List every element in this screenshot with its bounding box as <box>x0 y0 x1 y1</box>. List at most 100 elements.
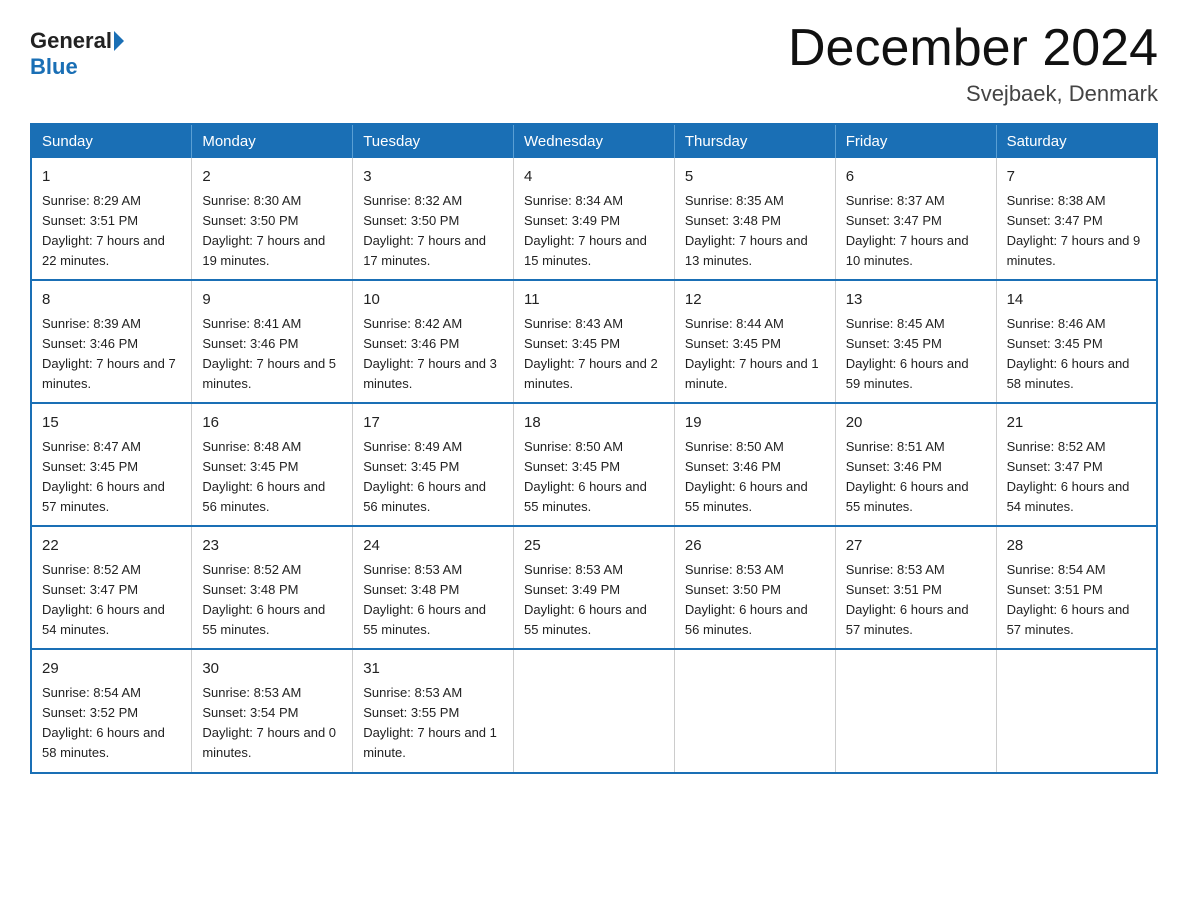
calendar-day-cell: 16 Sunrise: 8:48 AMSunset: 3:45 PMDaylig… <box>192 403 353 526</box>
day-number: 19 <box>685 412 825 435</box>
calendar-day-cell <box>674 649 835 772</box>
location-text: Svejbaek, Denmark <box>788 81 1158 107</box>
day-info: Sunrise: 8:38 AMSunset: 3:47 PMDaylight:… <box>1007 193 1141 268</box>
day-info: Sunrise: 8:54 AMSunset: 3:52 PMDaylight:… <box>42 685 165 760</box>
calendar-week-row: 1 Sunrise: 8:29 AMSunset: 3:51 PMDayligh… <box>31 158 1157 280</box>
calendar-day-cell: 10 Sunrise: 8:42 AMSunset: 3:46 PMDaylig… <box>353 280 514 403</box>
day-number: 31 <box>363 658 503 681</box>
calendar-day-cell: 26 Sunrise: 8:53 AMSunset: 3:50 PMDaylig… <box>674 526 835 649</box>
day-number: 26 <box>685 535 825 558</box>
logo-general-text: General <box>30 28 112 54</box>
day-info: Sunrise: 8:43 AMSunset: 3:45 PMDaylight:… <box>524 316 658 391</box>
calendar-day-cell <box>996 649 1157 772</box>
day-number: 18 <box>524 412 664 435</box>
calendar-week-row: 29 Sunrise: 8:54 AMSunset: 3:52 PMDaylig… <box>31 649 1157 772</box>
day-info: Sunrise: 8:53 AMSunset: 3:49 PMDaylight:… <box>524 562 647 637</box>
day-info: Sunrise: 8:49 AMSunset: 3:45 PMDaylight:… <box>363 439 486 514</box>
calendar-day-cell: 4 Sunrise: 8:34 AMSunset: 3:49 PMDayligh… <box>514 158 675 280</box>
day-info: Sunrise: 8:53 AMSunset: 3:55 PMDaylight:… <box>363 685 497 760</box>
day-info: Sunrise: 8:35 AMSunset: 3:48 PMDaylight:… <box>685 193 808 268</box>
day-number: 11 <box>524 289 664 312</box>
day-info: Sunrise: 8:52 AMSunset: 3:47 PMDaylight:… <box>42 562 165 637</box>
day-info: Sunrise: 8:52 AMSunset: 3:48 PMDaylight:… <box>202 562 325 637</box>
calendar-day-cell: 6 Sunrise: 8:37 AMSunset: 3:47 PMDayligh… <box>835 158 996 280</box>
day-info: Sunrise: 8:53 AMSunset: 3:50 PMDaylight:… <box>685 562 808 637</box>
calendar-day-cell: 29 Sunrise: 8:54 AMSunset: 3:52 PMDaylig… <box>31 649 192 772</box>
day-info: Sunrise: 8:52 AMSunset: 3:47 PMDaylight:… <box>1007 439 1130 514</box>
calendar-day-cell: 18 Sunrise: 8:50 AMSunset: 3:45 PMDaylig… <box>514 403 675 526</box>
day-number: 5 <box>685 166 825 189</box>
day-number: 12 <box>685 289 825 312</box>
calendar-day-cell: 31 Sunrise: 8:53 AMSunset: 3:55 PMDaylig… <box>353 649 514 772</box>
weekday-header-wednesday: Wednesday <box>514 124 675 158</box>
calendar-week-row: 22 Sunrise: 8:52 AMSunset: 3:47 PMDaylig… <box>31 526 1157 649</box>
weekday-header-monday: Monday <box>192 124 353 158</box>
day-info: Sunrise: 8:42 AMSunset: 3:46 PMDaylight:… <box>363 316 497 391</box>
calendar-day-cell: 21 Sunrise: 8:52 AMSunset: 3:47 PMDaylig… <box>996 403 1157 526</box>
day-info: Sunrise: 8:37 AMSunset: 3:47 PMDaylight:… <box>846 193 969 268</box>
day-number: 28 <box>1007 535 1146 558</box>
day-number: 25 <box>524 535 664 558</box>
calendar-day-cell: 15 Sunrise: 8:47 AMSunset: 3:45 PMDaylig… <box>31 403 192 526</box>
calendar-day-cell: 22 Sunrise: 8:52 AMSunset: 3:47 PMDaylig… <box>31 526 192 649</box>
calendar-day-cell: 13 Sunrise: 8:45 AMSunset: 3:45 PMDaylig… <box>835 280 996 403</box>
weekday-header-friday: Friday <box>835 124 996 158</box>
day-info: Sunrise: 8:51 AMSunset: 3:46 PMDaylight:… <box>846 439 969 514</box>
day-number: 1 <box>42 166 181 189</box>
calendar-day-cell: 28 Sunrise: 8:54 AMSunset: 3:51 PMDaylig… <box>996 526 1157 649</box>
calendar-day-cell: 19 Sunrise: 8:50 AMSunset: 3:46 PMDaylig… <box>674 403 835 526</box>
calendar-day-cell: 9 Sunrise: 8:41 AMSunset: 3:46 PMDayligh… <box>192 280 353 403</box>
day-number: 20 <box>846 412 986 435</box>
day-number: 10 <box>363 289 503 312</box>
day-number: 24 <box>363 535 503 558</box>
title-block: December 2024 Svejbaek, Denmark <box>788 20 1158 107</box>
weekday-header-thursday: Thursday <box>674 124 835 158</box>
day-info: Sunrise: 8:32 AMSunset: 3:50 PMDaylight:… <box>363 193 486 268</box>
day-info: Sunrise: 8:29 AMSunset: 3:51 PMDaylight:… <box>42 193 165 268</box>
calendar-day-cell: 3 Sunrise: 8:32 AMSunset: 3:50 PMDayligh… <box>353 158 514 280</box>
calendar-day-cell <box>835 649 996 772</box>
day-info: Sunrise: 8:50 AMSunset: 3:45 PMDaylight:… <box>524 439 647 514</box>
month-title: December 2024 <box>788 20 1158 77</box>
day-number: 6 <box>846 166 986 189</box>
day-number: 8 <box>42 289 181 312</box>
weekday-header-sunday: Sunday <box>31 124 192 158</box>
logo-blue-text: Blue <box>30 54 78 79</box>
day-number: 29 <box>42 658 181 681</box>
logo: General Blue <box>30 28 126 80</box>
day-info: Sunrise: 8:53 AMSunset: 3:51 PMDaylight:… <box>846 562 969 637</box>
day-info: Sunrise: 8:53 AMSunset: 3:48 PMDaylight:… <box>363 562 486 637</box>
calendar-day-cell: 7 Sunrise: 8:38 AMSunset: 3:47 PMDayligh… <box>996 158 1157 280</box>
day-info: Sunrise: 8:50 AMSunset: 3:46 PMDaylight:… <box>685 439 808 514</box>
calendar-day-cell: 24 Sunrise: 8:53 AMSunset: 3:48 PMDaylig… <box>353 526 514 649</box>
day-info: Sunrise: 8:44 AMSunset: 3:45 PMDaylight:… <box>685 316 819 391</box>
day-number: 14 <box>1007 289 1146 312</box>
day-info: Sunrise: 8:47 AMSunset: 3:45 PMDaylight:… <box>42 439 165 514</box>
day-number: 17 <box>363 412 503 435</box>
day-info: Sunrise: 8:48 AMSunset: 3:45 PMDaylight:… <box>202 439 325 514</box>
day-number: 15 <box>42 412 181 435</box>
calendar-day-cell: 20 Sunrise: 8:51 AMSunset: 3:46 PMDaylig… <box>835 403 996 526</box>
day-number: 13 <box>846 289 986 312</box>
calendar-day-cell: 23 Sunrise: 8:52 AMSunset: 3:48 PMDaylig… <box>192 526 353 649</box>
day-info: Sunrise: 8:30 AMSunset: 3:50 PMDaylight:… <box>202 193 325 268</box>
day-number: 3 <box>363 166 503 189</box>
day-number: 4 <box>524 166 664 189</box>
calendar-week-row: 8 Sunrise: 8:39 AMSunset: 3:46 PMDayligh… <box>31 280 1157 403</box>
weekday-header-tuesday: Tuesday <box>353 124 514 158</box>
calendar-day-cell: 14 Sunrise: 8:46 AMSunset: 3:45 PMDaylig… <box>996 280 1157 403</box>
weekday-header-saturday: Saturday <box>996 124 1157 158</box>
day-number: 21 <box>1007 412 1146 435</box>
day-info: Sunrise: 8:53 AMSunset: 3:54 PMDaylight:… <box>202 685 336 760</box>
day-number: 30 <box>202 658 342 681</box>
page-header: General Blue December 2024 Svejbaek, Den… <box>30 20 1158 107</box>
calendar-day-cell <box>514 649 675 772</box>
day-info: Sunrise: 8:41 AMSunset: 3:46 PMDaylight:… <box>202 316 336 391</box>
day-info: Sunrise: 8:45 AMSunset: 3:45 PMDaylight:… <box>846 316 969 391</box>
day-number: 22 <box>42 535 181 558</box>
day-number: 16 <box>202 412 342 435</box>
calendar-day-cell: 30 Sunrise: 8:53 AMSunset: 3:54 PMDaylig… <box>192 649 353 772</box>
calendar-day-cell: 8 Sunrise: 8:39 AMSunset: 3:46 PMDayligh… <box>31 280 192 403</box>
calendar-day-cell: 1 Sunrise: 8:29 AMSunset: 3:51 PMDayligh… <box>31 158 192 280</box>
day-number: 7 <box>1007 166 1146 189</box>
